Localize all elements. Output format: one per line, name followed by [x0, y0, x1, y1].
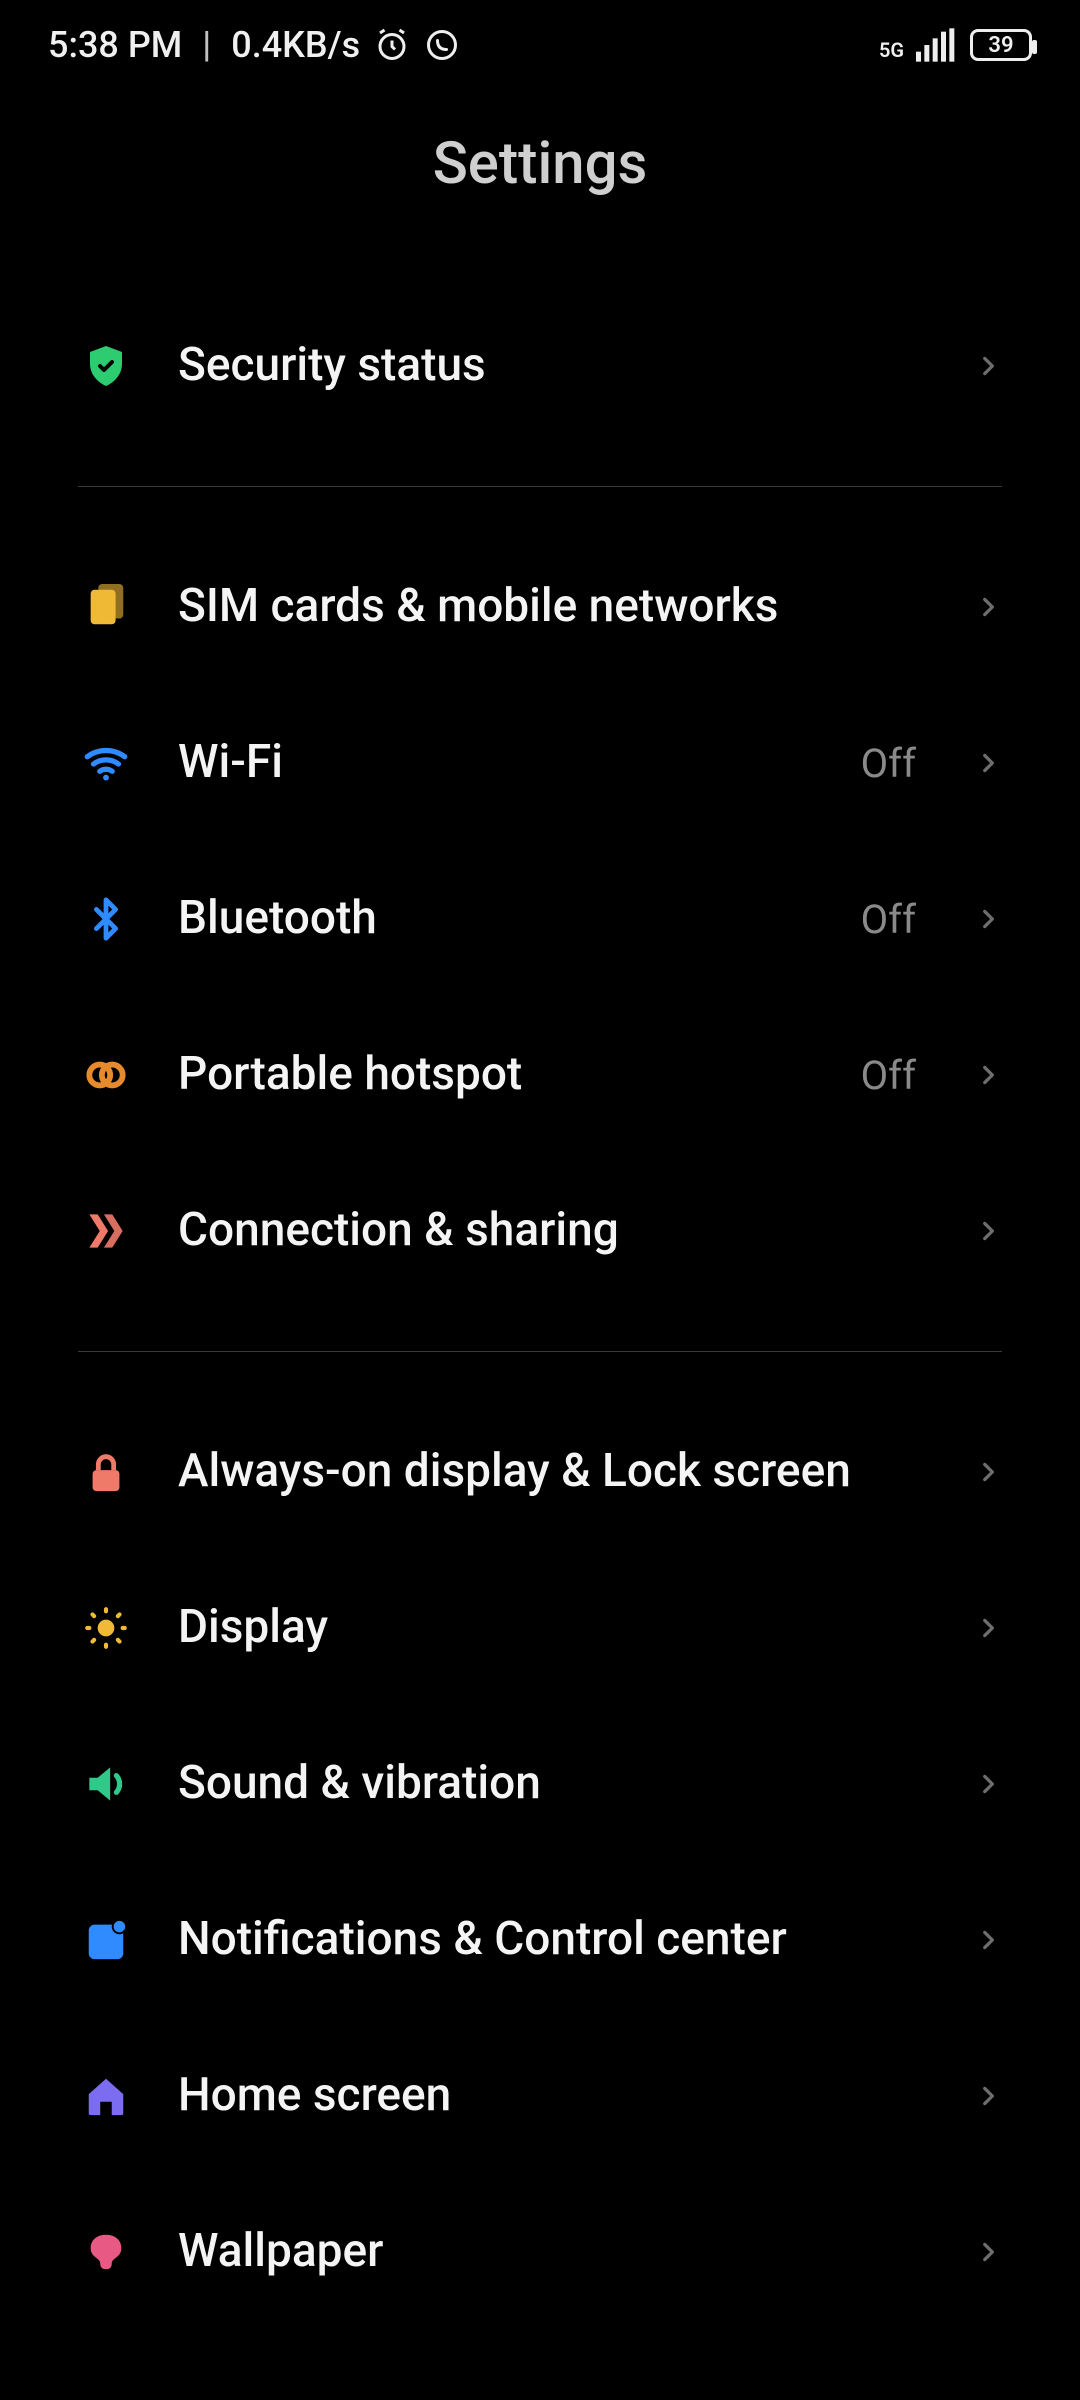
row-label: Wallpaper [178, 2224, 916, 2279]
row-label: Connection & sharing [178, 1203, 916, 1258]
viber-icon [424, 27, 460, 63]
row-security-status[interactable]: Security status [78, 288, 1002, 444]
row-label: Bluetooth [178, 891, 817, 946]
row-sound-vibration[interactable]: Sound & vibration [78, 1706, 1002, 1862]
signal-icon [916, 28, 956, 62]
row-sim[interactable]: SIM cards & mobile networks [78, 529, 1002, 685]
row-value: Off [861, 896, 916, 943]
status-bar: 5:38 PM | 0.4KB/s 5G 39 [0, 0, 1080, 90]
brightness-icon [78, 1600, 134, 1656]
chevron-right-icon [974, 749, 1002, 777]
status-time: 5:38 PM [48, 24, 182, 66]
row-label: Sound & vibration [178, 1756, 916, 1811]
row-always-on-display[interactable]: Always-on display & Lock screen [78, 1394, 1002, 1550]
wifi-icon [78, 735, 134, 791]
chevron-right-icon [974, 352, 1002, 380]
row-label: Always-on display & Lock screen [178, 1444, 916, 1499]
row-label: Home screen [178, 2068, 916, 2123]
section-divider [78, 486, 1002, 487]
chevron-right-icon [974, 1614, 1002, 1642]
row-connection-sharing[interactable]: Connection & sharing [78, 1153, 1002, 1309]
chevron-right-icon [974, 1217, 1002, 1245]
row-bluetooth[interactable]: Bluetooth Off [78, 841, 1002, 997]
row-label: Security status [178, 338, 916, 393]
chevron-right-icon [974, 2082, 1002, 2110]
row-display[interactable]: Display [78, 1550, 1002, 1706]
row-home-screen[interactable]: Home screen [78, 2018, 1002, 2174]
row-label: SIM cards & mobile networks [178, 579, 916, 634]
chevron-right-icon [974, 1770, 1002, 1798]
row-label: Notifications & Control center [178, 1912, 916, 1967]
row-wifi[interactable]: Wi-Fi Off [78, 685, 1002, 841]
page-title: Settings [0, 130, 1080, 198]
row-notifications[interactable]: Notifications & Control center [78, 1862, 1002, 2018]
control-center-icon [78, 1912, 134, 1968]
chevron-right-icon [974, 1458, 1002, 1486]
battery-percent: 39 [988, 33, 1013, 58]
chevron-right-icon [974, 1061, 1002, 1089]
row-value: Off [861, 1052, 916, 1099]
row-wallpaper[interactable]: Wallpaper [78, 2174, 1002, 2330]
shield-check-icon [78, 338, 134, 394]
status-divider: | [196, 24, 217, 66]
battery-icon: 39 [970, 29, 1032, 61]
chevron-right-icon [974, 1926, 1002, 1954]
alarm-icon [374, 27, 410, 63]
row-label: Display [178, 1600, 916, 1655]
row-value: Off [861, 740, 916, 787]
connection-sharing-icon [78, 1203, 134, 1259]
hotspot-icon [78, 1047, 134, 1103]
wallpaper-icon [78, 2224, 134, 2280]
bluetooth-icon [78, 891, 134, 947]
home-icon [78, 2068, 134, 2124]
network-type: 5G [879, 40, 904, 60]
chevron-right-icon [974, 593, 1002, 621]
chevron-right-icon [974, 2238, 1002, 2266]
row-hotspot[interactable]: Portable hotspot Off [78, 997, 1002, 1153]
row-label: Portable hotspot [178, 1047, 817, 1102]
settings-list: Security status SIM cards & mobile netwo… [0, 288, 1080, 2330]
row-label: Wi-Fi [178, 735, 817, 790]
chevron-right-icon [974, 905, 1002, 933]
sound-icon [78, 1756, 134, 1812]
section-divider [78, 1351, 1002, 1352]
sim-card-icon [78, 579, 134, 635]
status-net-speed: 0.4KB/s [231, 24, 360, 66]
lock-icon [78, 1444, 134, 1500]
